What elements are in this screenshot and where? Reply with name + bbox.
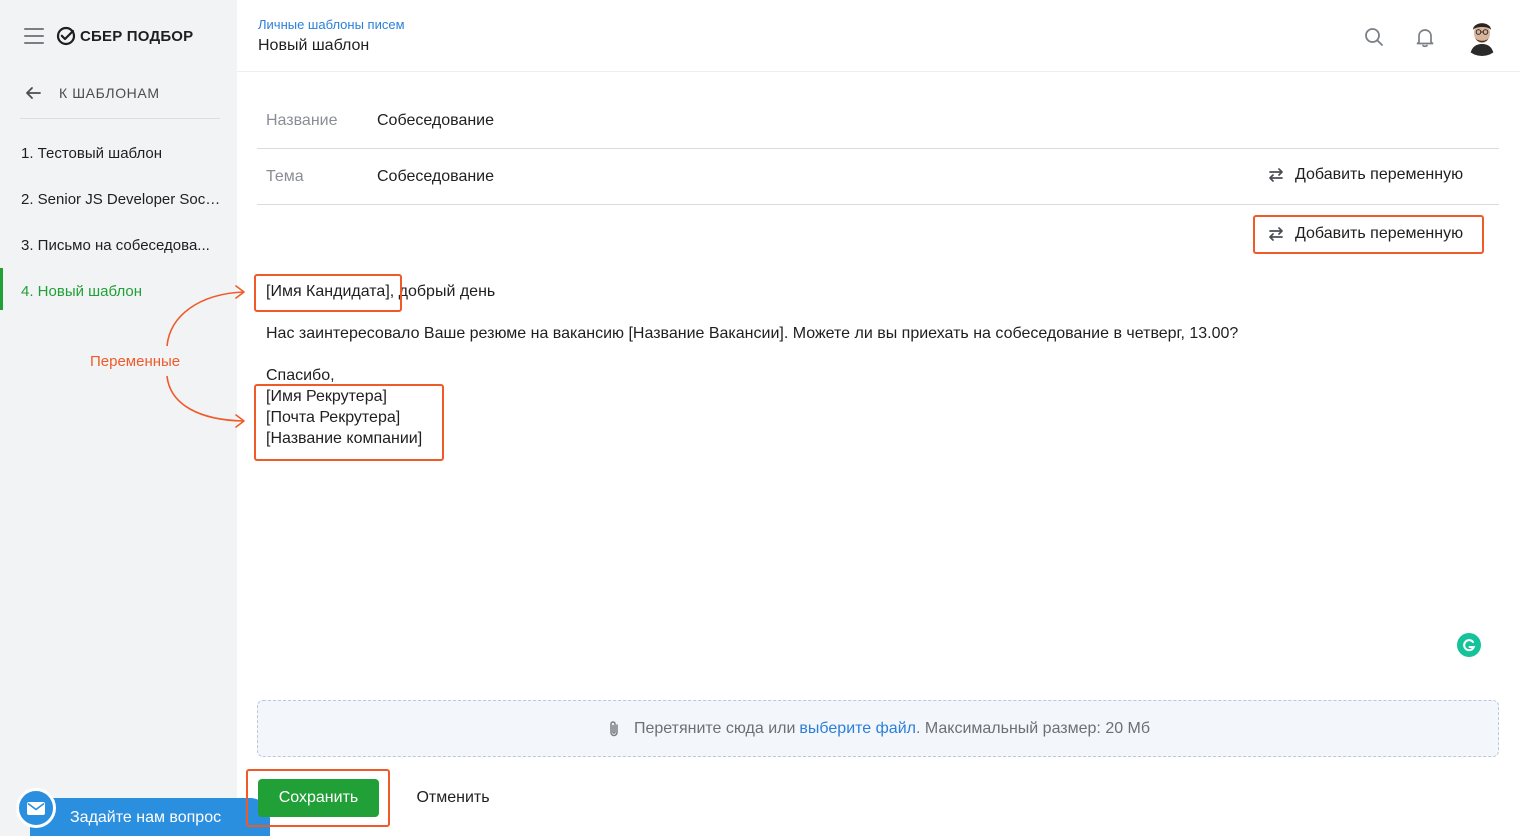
file-dropzone[interactable]: Перетяните сюда или выберите файл . Макс… xyxy=(257,700,1499,757)
page-title: Новый шаблон xyxy=(258,37,370,54)
template-item-2[interactable]: 2. Senior JS Developer Soci... xyxy=(0,176,237,222)
search-icon[interactable] xyxy=(1363,26,1385,48)
help-widget[interactable]: Задайте нам вопрос xyxy=(0,784,270,836)
cancel-button[interactable]: Отменить xyxy=(404,779,502,817)
back-to-templates-link[interactable]: К ШАБЛОНАМ xyxy=(24,82,160,104)
annotation-arrows xyxy=(166,285,245,428)
breadcrumb[interactable]: Личные шаблоны писем xyxy=(258,17,405,32)
avatar[interactable] xyxy=(1462,16,1502,56)
save-button[interactable]: Сохранить xyxy=(258,779,379,817)
template-item-label: 2. Senior JS Developer Soci... xyxy=(21,190,221,208)
logo-row: СБЕР ПОДБОР xyxy=(24,22,193,50)
name-input[interactable]: Собеседование xyxy=(377,112,494,130)
sber-logo-icon xyxy=(56,26,76,46)
body-paragraph[interactable]: Нас заинтересовало Ваше резюме на ваканс… xyxy=(266,325,1238,343)
paperclip-icon xyxy=(610,720,618,736)
candidate-name-variable: [Имя Кандидата] xyxy=(266,283,390,300)
swap-icon xyxy=(1269,168,1283,182)
name-label: Название xyxy=(266,111,338,129)
template-item-label: 4. Новый шаблон xyxy=(21,282,142,300)
menu-icon[interactable] xyxy=(24,28,44,44)
help-button[interactable]: Задайте нам вопрос xyxy=(30,798,270,836)
bell-icon[interactable] xyxy=(1414,26,1436,48)
arrow-left-icon xyxy=(26,87,41,99)
choose-file-link[interactable]: выберите файл xyxy=(799,720,916,738)
dropzone-limit-text: . Максимальный размер: 20 Мб xyxy=(915,719,1151,737)
company-name-variable[interactable]: [Название компании] xyxy=(266,430,422,448)
grammarly-icon[interactable] xyxy=(1457,633,1481,657)
swap-icon xyxy=(1269,227,1283,241)
template-item-3[interactable]: 3. Письмо на собеседова... xyxy=(0,222,237,268)
sidebar-divider xyxy=(20,118,220,119)
subject-input[interactable]: Собеседование xyxy=(377,168,494,186)
help-label: Задайте нам вопрос xyxy=(70,809,222,826)
greeting-text: , добрый день xyxy=(389,283,496,300)
name-field-row: Название Собеседование xyxy=(257,93,1499,149)
back-label: К ШАБЛОНАМ xyxy=(59,85,160,101)
add-variable-label: Добавить переменную xyxy=(1295,225,1464,242)
subject-label: Тема xyxy=(266,167,304,185)
recruiter-email-variable[interactable]: [Почта Рекрутера] xyxy=(266,409,400,427)
body-greeting-line[interactable]: [Имя Кандидата], добрый день xyxy=(266,283,495,301)
dropzone-text: Перетяните сюда или xyxy=(633,719,796,737)
header: Личные шаблоны писем Новый шаблон xyxy=(237,0,1520,72)
logo-text: СБЕР ПОДБОР xyxy=(80,27,194,45)
logo[interactable]: СБЕР ПОДБОР xyxy=(56,26,193,46)
body-thanks[interactable]: Спасибо, xyxy=(266,367,335,385)
subject-add-variable-button[interactable]: Добавить переменную xyxy=(1267,166,1463,184)
template-item-label: 3. Письмо на собеседова... xyxy=(21,236,210,254)
recruiter-name-variable[interactable]: [Имя Рекрутера] xyxy=(266,388,387,406)
template-item-1[interactable]: 1. Тестовый шаблон xyxy=(0,130,237,176)
mail-icon[interactable] xyxy=(16,788,56,828)
template-item-label: 1. Тестовый шаблон xyxy=(21,144,163,162)
subject-field-row: Тема Собеседование Добавить переменную xyxy=(257,149,1499,205)
add-variable-label: Добавить переменную xyxy=(1295,166,1464,183)
body-add-variable-button[interactable]: Добавить переменную xyxy=(1267,225,1463,243)
